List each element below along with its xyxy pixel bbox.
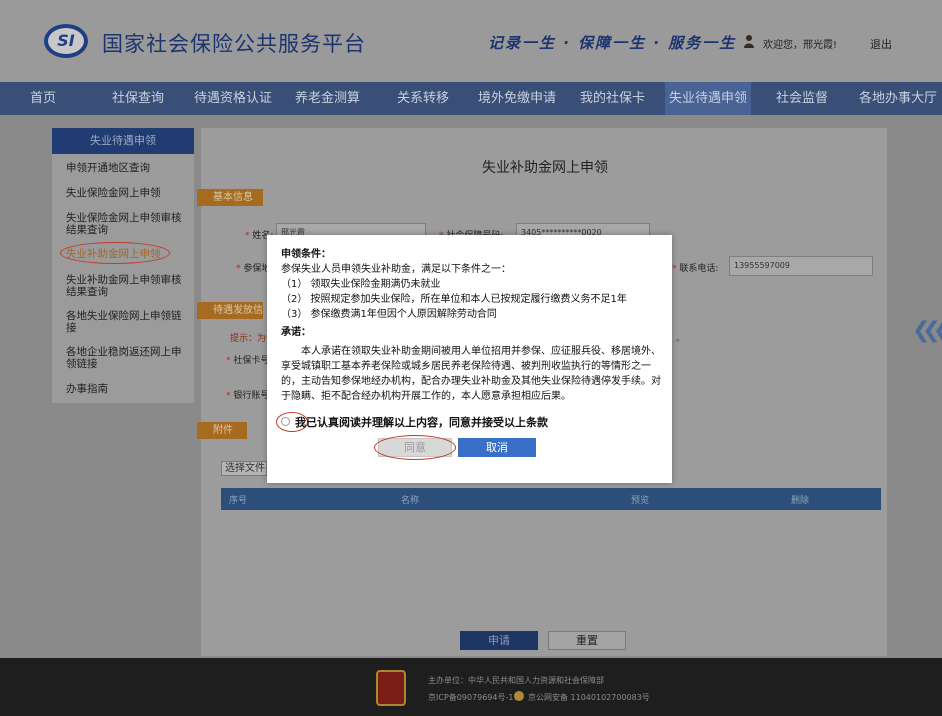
col-delete: 删除: [791, 496, 810, 506]
agree-checkbox[interactable]: [281, 417, 290, 426]
sidebar-item-ui-benefit-result[interactable]: 失业保险金网上申领审核结果查询: [66, 212, 188, 236]
phone-label: 联系电话:: [679, 264, 719, 274]
footer-icp[interactable]: 京ICP备09079694号-17: [428, 692, 519, 703]
promise-text: 本人承诺在领取失业补助金期间被用人单位招用并参保、应征服兵役、移居境外、享受城镇…: [281, 346, 661, 402]
main-nav: 首页 社保查询 待遇资格认证 养老金测算 关系转移 境外免缴申请 我的社保卡 失…: [0, 82, 942, 115]
submit-button[interactable]: 申请: [460, 631, 538, 650]
promise-title: 承诺：: [281, 327, 311, 338]
phone-field[interactable]: 13955597009: [729, 256, 873, 276]
sidebar-title: 失业待遇申领: [52, 128, 194, 154]
footer-sponsor: 主办单位：中华人民共和国人力资源和社会保障部: [428, 676, 604, 685]
slogan: 记录一生 · 保障一生 · 服务一生: [488, 34, 737, 52]
col-name: 名称: [401, 496, 420, 506]
page-title: 失业补助金网上申领: [482, 160, 608, 176]
nav-item-pension-calc[interactable]: 养老金测算: [295, 82, 360, 115]
site-footer: [0, 658, 942, 716]
sidebar-item-job-stabilization[interactable]: 各地企业稳岗返还网上申领链接: [66, 346, 188, 370]
police-badge-icon: [514, 691, 524, 701]
nav-item-transfer[interactable]: 关系转移: [397, 82, 449, 115]
nav-item-supervision[interactable]: 社会监督: [776, 82, 828, 115]
tip-text-end: 。: [676, 334, 686, 344]
condition-item: （2） 按照规定参加失业保险，所在单位和本人已按规定履行缴费义务不足1年: [281, 294, 627, 305]
section-attachments: 附件: [197, 422, 247, 439]
condition-item: （1） 领取失业保险金期满仍未就业: [281, 279, 441, 290]
choose-file-button[interactable]: 选择文件: [221, 461, 267, 476]
cancel-button[interactable]: 取消: [458, 438, 536, 457]
nav-item-eligibility[interactable]: 待遇资格认证: [194, 82, 272, 115]
highlight-circle: [374, 435, 456, 460]
reset-button[interactable]: 重置: [548, 631, 626, 650]
nav-item-my-card[interactable]: 我的社保卡: [580, 82, 645, 115]
nav-item-home[interactable]: 首页: [30, 82, 56, 115]
chevron-left-icon[interactable]: ❮❮❮: [912, 318, 942, 343]
logout-link[interactable]: 退出: [870, 36, 892, 52]
sidebar-item-ui-benefit-apply[interactable]: 失业保险金网上申领: [66, 187, 188, 199]
section-payment-info: 待遇发放信: [197, 302, 263, 319]
nav-item-local-halls[interactable]: 各地办事大厅: [859, 82, 937, 115]
nav-item-si-query[interactable]: 社保查询: [112, 82, 164, 115]
ministry-emblem-icon: [376, 670, 406, 706]
user-icon: [744, 35, 754, 48]
conditions-title: 申领条件：: [281, 249, 331, 260]
highlight-circle: [60, 242, 170, 264]
site-logo: SI: [44, 24, 88, 58]
nav-item-unemployment[interactable]: 失业待遇申领: [665, 82, 752, 115]
sidebar-item-guide[interactable]: 办事指南: [66, 383, 188, 395]
condition-item: （3） 参保缴费满1年但因个人原因解除劳动合同: [281, 309, 497, 320]
site-title: 国家社会保险公共服务平台: [102, 32, 366, 56]
card-label: 社保卡号: [233, 356, 270, 366]
attachment-table-header: 序号 名称 预览 删除: [221, 488, 881, 510]
col-index: 序号: [229, 496, 248, 506]
sidebar-item-region-query[interactable]: 申领开通地区查询: [66, 162, 188, 174]
footer-security[interactable]: 京公网安备 11040102700083号: [528, 692, 650, 703]
welcome-text: 欢迎您，邢光霞!: [763, 40, 838, 51]
col-preview: 预览: [631, 496, 650, 506]
bank-label: 银行账号: [233, 391, 270, 401]
section-basic-info: 基本信息: [197, 189, 263, 206]
conditions-intro: 参保失业人员申领失业补助金，满足以下条件之一：: [281, 264, 511, 275]
sidebar-item-subsidy-result[interactable]: 失业补助金网上申领审核结果查询: [66, 274, 188, 298]
agree-checkbox-label[interactable]: 我已认真阅读并理解以上内容，同意并接受以上条款: [295, 414, 548, 430]
sidebar-item-local-links[interactable]: 各地失业保险网上申领链接: [66, 310, 188, 334]
nav-item-overseas[interactable]: 境外免缴申请: [478, 82, 556, 115]
